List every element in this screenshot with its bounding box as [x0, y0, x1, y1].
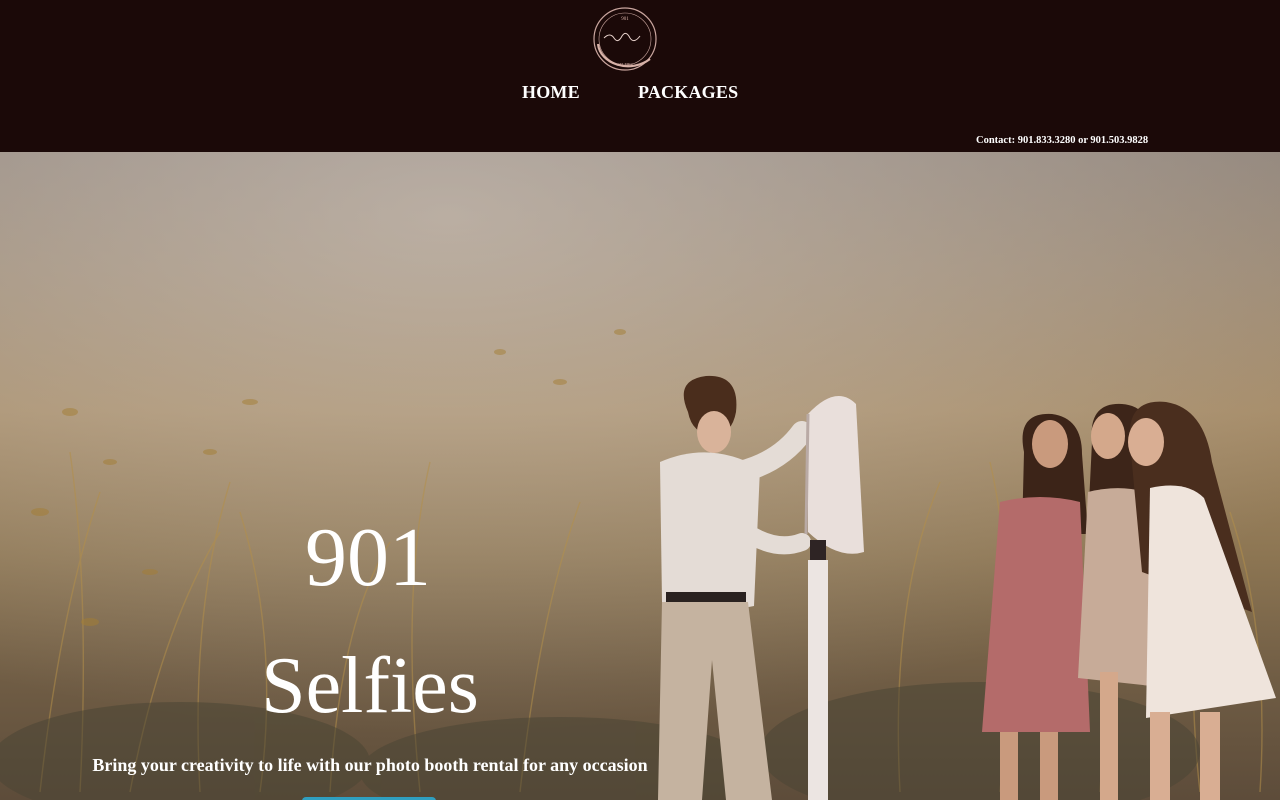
hero-title-line-1: 901 [305, 511, 431, 604]
hero-tagline: Bring your creativity to life with our p… [92, 755, 648, 775]
site-header: 901 SELFIES HOME PACKAGES Contact: 901.8… [0, 0, 1280, 152]
hero-section: 901 Selfies Bring your creativity to lif… [0, 152, 1280, 800]
main-nav: HOME PACKAGES [0, 82, 1280, 104]
brand-logo[interactable]: 901 SELFIES [590, 4, 660, 74]
svg-text:SELFIES: SELFIES [617, 62, 632, 67]
svg-text:901: 901 [621, 17, 629, 22]
hero-title-line-2: Selfies [261, 642, 479, 730]
nav-home-link[interactable]: HOME [522, 82, 580, 102]
nav-packages-link[interactable]: PACKAGES [638, 82, 738, 102]
contact-info: Contact: 901.833.3280 or 901.503.9828 [976, 135, 1149, 146]
